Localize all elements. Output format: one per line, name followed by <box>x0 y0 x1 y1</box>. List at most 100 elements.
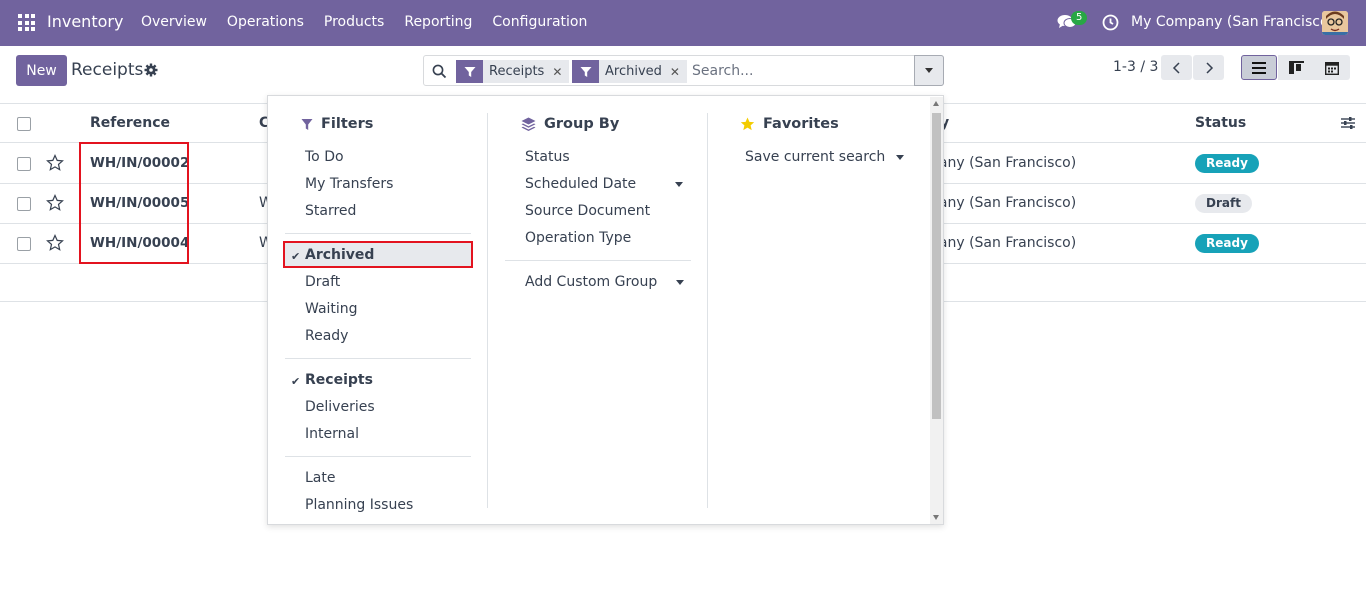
column-status[interactable]: Status <box>1195 115 1246 131</box>
row-checkbox[interactable] <box>17 237 31 251</box>
save-current-search[interactable]: Save current search <box>745 149 885 165</box>
reference-highlight-box <box>79 142 189 264</box>
star-icon[interactable] <box>46 154 64 172</box>
checkmark-icon: ✔ <box>291 250 301 263</box>
star-icon[interactable] <box>46 234 64 252</box>
company-switcher[interactable]: My Company (San Francisco) <box>1131 14 1334 30</box>
filter-late[interactable]: Late <box>305 470 335 486</box>
caret-down-icon[interactable] <box>675 182 683 187</box>
pager-value[interactable]: 1-3 / 3 <box>1113 59 1158 75</box>
clock-icon[interactable] <box>1102 14 1119 31</box>
star-icon[interactable] <box>46 194 64 212</box>
filter-my-transfers[interactable]: My Transfers <box>305 176 393 192</box>
facet-label: Archived <box>599 60 668 83</box>
search-panel-dropdown: Filters To Do My Transfers Starred ✔ Arc… <box>267 95 944 525</box>
groupby-status[interactable]: Status <box>525 149 570 165</box>
checkmark-icon: ✔ <box>291 375 301 388</box>
new-button[interactable]: New <box>16 55 67 86</box>
app-name[interactable]: Inventory <box>47 12 123 31</box>
facet-receipts: Receipts ✕ <box>456 60 570 83</box>
kanban-view-icon <box>1288 61 1304 74</box>
status-badge: Draft <box>1195 194 1252 213</box>
company-cell: pany (San Francisco) <box>930 235 1077 251</box>
avatar[interactable] <box>1322 11 1348 35</box>
filter-waiting[interactable]: Waiting <box>305 301 358 317</box>
apps-icon[interactable] <box>18 14 35 31</box>
filter-separator <box>285 358 471 359</box>
pager-previous-button[interactable] <box>1161 55 1192 80</box>
star-icon <box>740 117 755 131</box>
groupby-scheduled-date[interactable]: Scheduled Date <box>525 176 636 192</box>
menu-overview[interactable]: Overview <box>141 14 207 30</box>
optional-columns-icon[interactable] <box>1340 115 1356 131</box>
scrollbar-thumb[interactable] <box>932 113 941 419</box>
add-custom-group-select[interactable]: Add Custom Group <box>525 274 657 290</box>
breadcrumb: Receipts <box>71 60 144 80</box>
row-checkbox[interactable] <box>17 157 31 171</box>
calendar-view-button[interactable] <box>1314 55 1350 80</box>
scroll-up-icon[interactable] <box>933 101 939 106</box>
groupby-separator <box>505 260 691 261</box>
filter-to-do[interactable]: To Do <box>305 149 344 165</box>
filter-draft[interactable]: Draft <box>305 274 340 290</box>
menu-configuration[interactable]: Configuration <box>492 14 587 30</box>
filter-icon <box>456 60 483 83</box>
row-checkbox[interactable] <box>17 197 31 211</box>
select-all-checkbox[interactable] <box>17 117 31 131</box>
filters-header: Filters <box>301 116 373 132</box>
company-cell: pany (San Francisco) <box>930 155 1077 171</box>
groupby-source-document[interactable]: Source Document <box>525 203 650 219</box>
search-input[interactable] <box>692 61 912 81</box>
chevron-right-icon <box>1205 61 1213 74</box>
filter-icon <box>301 118 313 130</box>
filter-archived[interactable]: Archived <box>305 247 374 263</box>
status-badge: Ready <box>1195 234 1259 253</box>
scroll-down-icon[interactable] <box>933 515 939 520</box>
search-panel-toggle-button[interactable] <box>914 55 944 86</box>
kanban-view-button[interactable] <box>1278 55 1314 80</box>
menu-reporting[interactable]: Reporting <box>404 14 472 30</box>
filters-title: Filters <box>321 116 374 132</box>
top-navbar: Inventory Overview Operations Products R… <box>0 0 1366 46</box>
list-view-button[interactable] <box>1241 55 1277 80</box>
chat-badge: 5 <box>1071 11 1088 25</box>
status-badge: Ready <box>1195 154 1259 173</box>
groupby-operation-type[interactable]: Operation Type <box>525 230 631 246</box>
filter-internal[interactable]: Internal <box>305 426 359 442</box>
layers-icon <box>521 117 536 131</box>
facet-archived: Archived ✕ <box>572 60 687 83</box>
caret-down-icon[interactable] <box>676 280 684 285</box>
filter-separator <box>285 456 471 457</box>
facet-label: Receipts <box>483 60 551 83</box>
main-menu: Overview Operations Products Reporting C… <box>141 14 587 30</box>
gear-icon[interactable] <box>144 63 158 77</box>
company-cell: pany (San Francisco) <box>930 195 1077 211</box>
favorites-header: Favorites <box>740 116 839 132</box>
menu-products[interactable]: Products <box>324 14 384 30</box>
chevron-left-icon <box>1172 61 1180 74</box>
search-bar: Receipts ✕ Archived ✕ <box>423 55 944 86</box>
favorites-title: Favorites <box>763 116 839 132</box>
menu-operations[interactable]: Operations <box>227 14 304 30</box>
filter-deliveries[interactable]: Deliveries <box>305 399 375 415</box>
search-icon <box>432 64 447 79</box>
filter-ready[interactable]: Ready <box>305 328 348 344</box>
caret-down-icon[interactable] <box>896 155 904 160</box>
filter-planning-issues[interactable]: Planning Issues <box>305 497 413 513</box>
column-separator <box>487 113 488 508</box>
column-separator <box>707 113 708 508</box>
groupby-header: Group By <box>521 116 619 132</box>
dropdown-scrollbar[interactable] <box>930 97 943 524</box>
filter-receipts[interactable]: Receipts <box>305 372 373 388</box>
facet-remove-icon[interactable]: ✕ <box>550 60 570 83</box>
groupby-title: Group By <box>544 116 620 132</box>
list-view-icon <box>1252 61 1266 74</box>
caret-down-icon <box>925 68 933 73</box>
pager-next-button[interactable] <box>1193 55 1224 80</box>
filter-starred[interactable]: Starred <box>305 203 356 219</box>
calendar-view-icon <box>1325 61 1339 75</box>
filter-separator <box>285 233 471 234</box>
filter-icon <box>572 60 599 83</box>
column-reference[interactable]: Reference <box>90 115 170 131</box>
facet-remove-icon[interactable]: ✕ <box>667 60 687 83</box>
